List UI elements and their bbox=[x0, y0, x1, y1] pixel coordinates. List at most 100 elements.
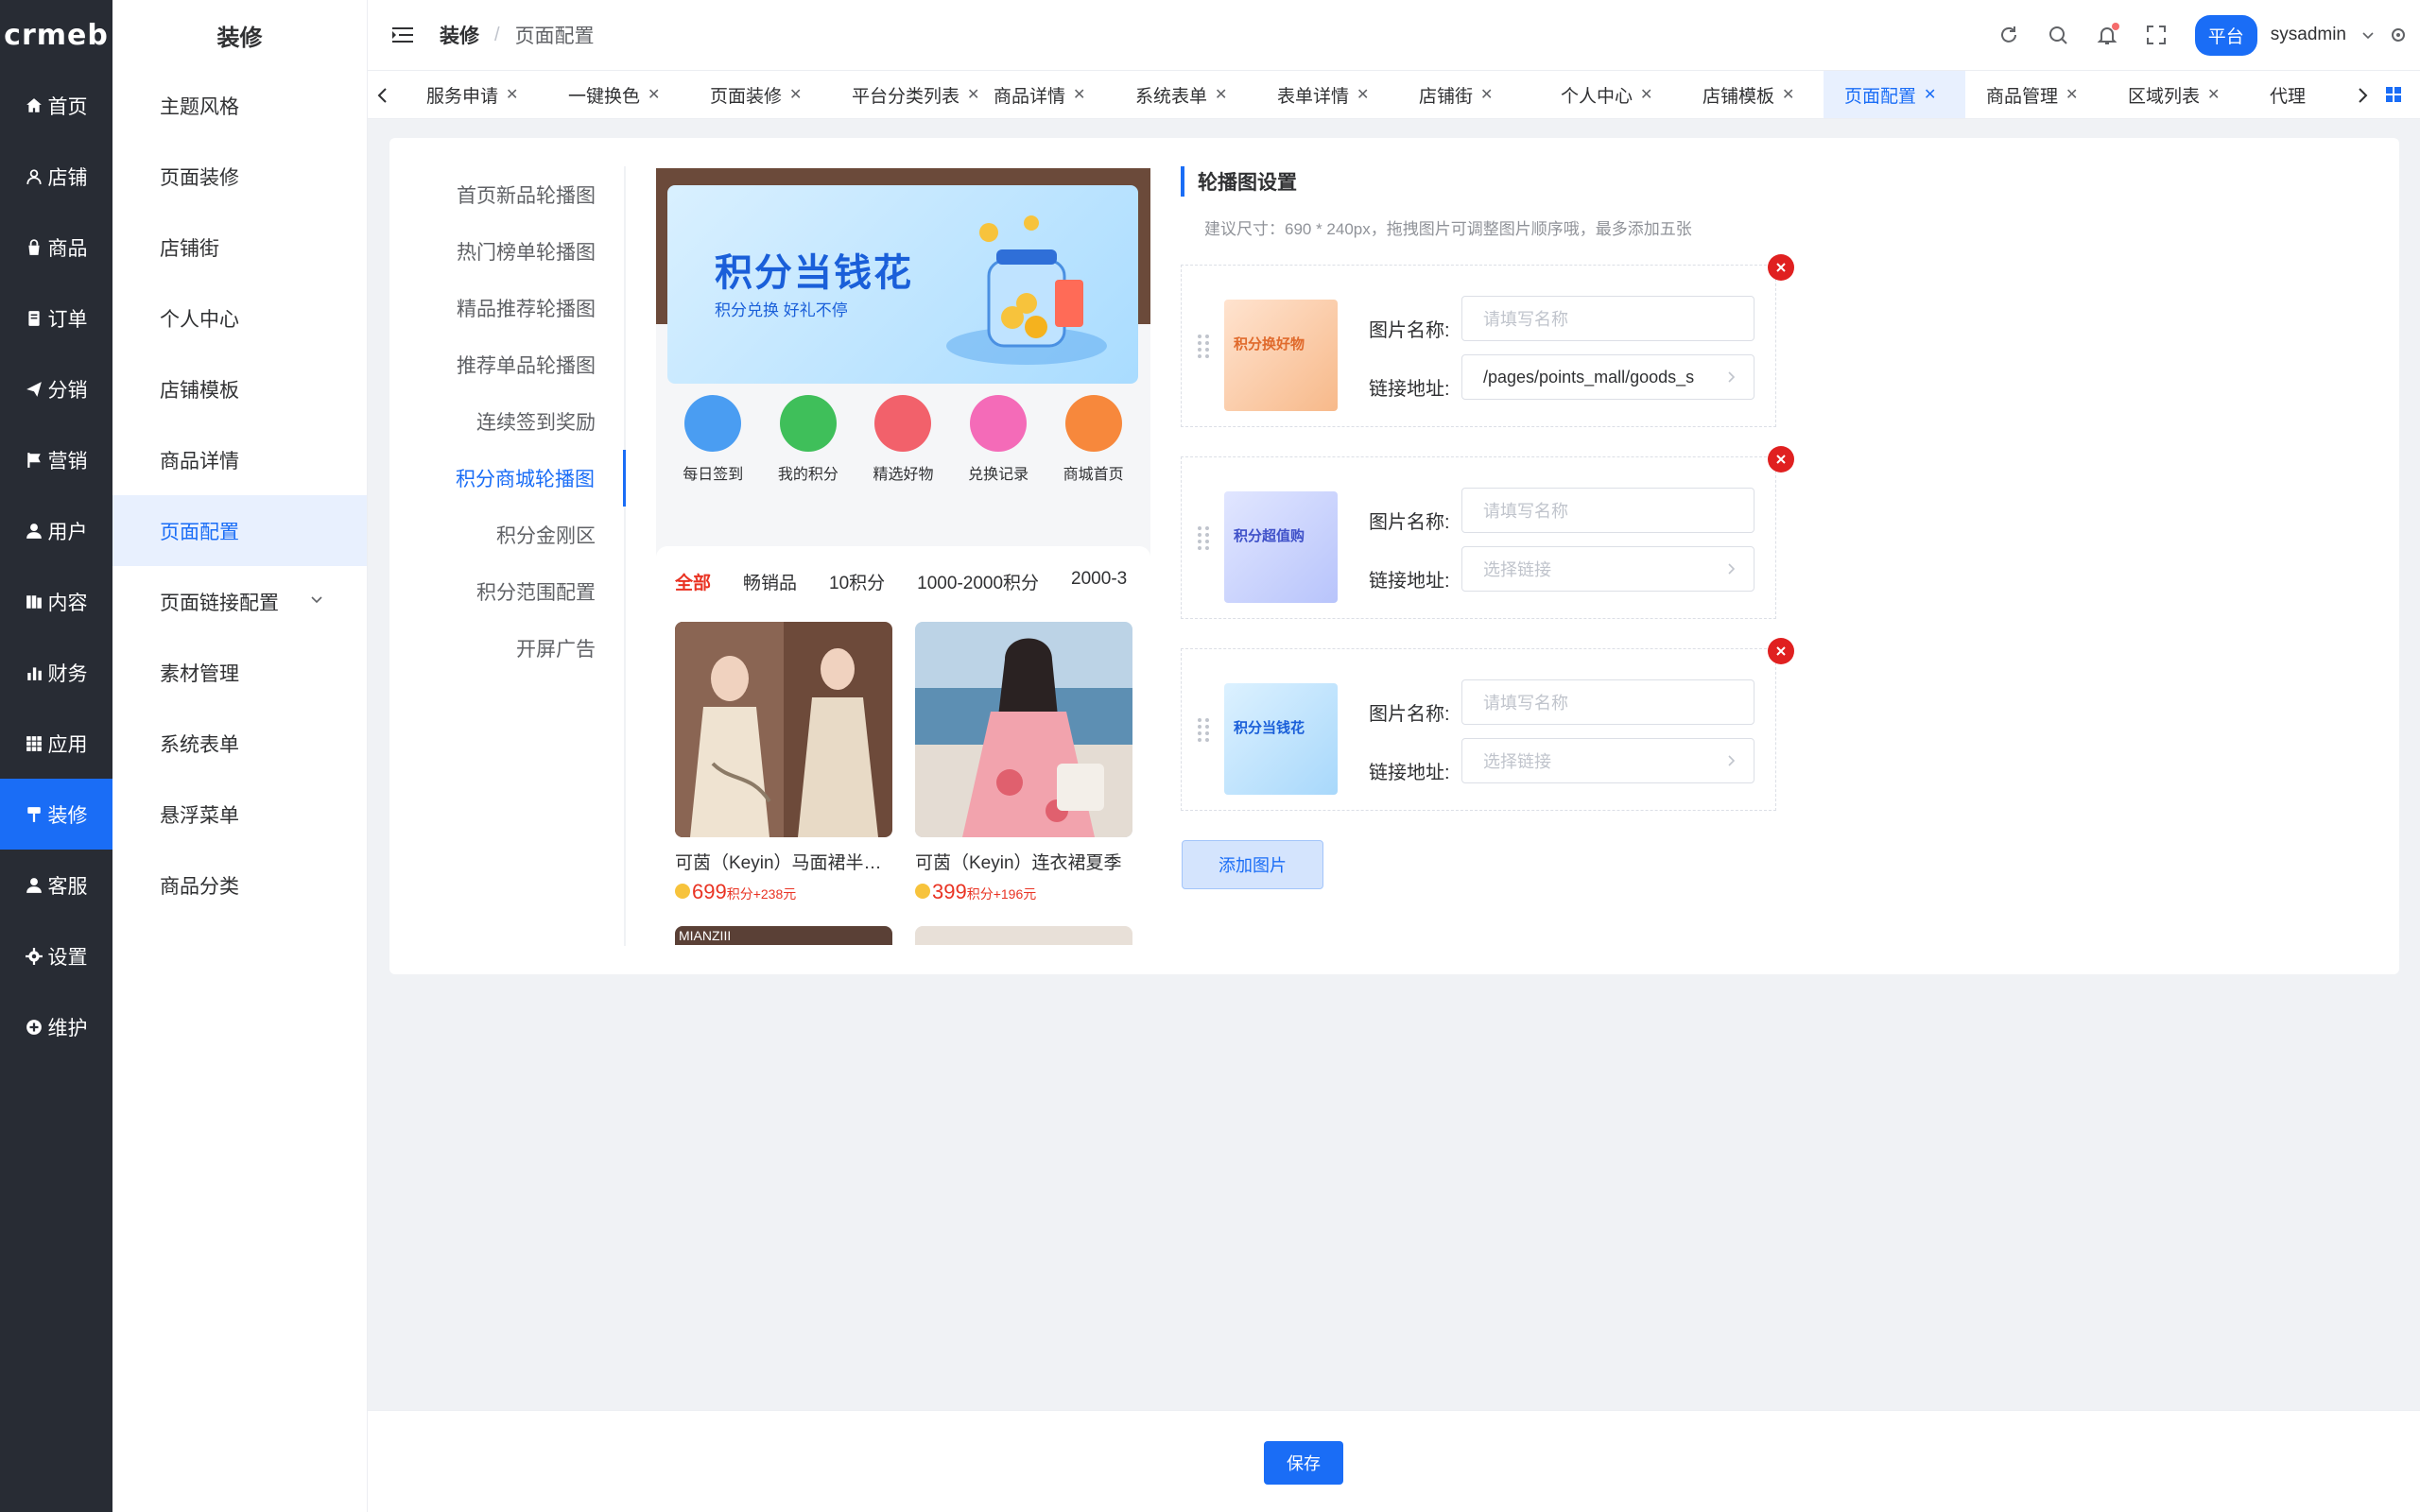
submenu-item-page-link-config[interactable]: 页面链接配置 bbox=[112, 566, 367, 637]
platform-badge[interactable]: 平台 bbox=[2194, 14, 2257, 56]
close-icon[interactable]: ✕ bbox=[789, 85, 802, 104]
slide-thumbnail[interactable]: 积分当钱花 bbox=[1224, 683, 1338, 795]
tab-page-config[interactable]: 页面配置 ✕ bbox=[1824, 71, 1965, 118]
sidebar-item-store[interactable]: 店铺 bbox=[0, 141, 112, 212]
sidebar-item-distribution[interactable]: 分销 bbox=[0, 353, 112, 424]
tab-one-click-color[interactable]: 一键换色 ✕ bbox=[547, 71, 689, 118]
submenu-item-store-street[interactable]: 店铺街 bbox=[112, 212, 367, 283]
fullscreen-button[interactable] bbox=[2146, 25, 2167, 45]
sidebar-item-marketing[interactable]: 营销 bbox=[0, 424, 112, 495]
theme-settings-button[interactable] bbox=[2388, 25, 2409, 45]
shortcut-mall-home[interactable]: 商城首页 bbox=[1056, 395, 1132, 490]
slide-item[interactable]: 积分超值购 图片名称: 请填写名称 链接地址: 选择链接 bbox=[1181, 446, 1794, 619]
drag-handle-icon[interactable] bbox=[1197, 525, 1210, 552]
username[interactable]: sysadmin bbox=[2271, 25, 2346, 45]
shortcut-selected-goods[interactable]: 精选好物 bbox=[865, 395, 941, 490]
tab-store-street[interactable]: 店铺街 ✕ bbox=[1398, 71, 1540, 118]
tab-region-list[interactable]: 区域列表 ✕ bbox=[2107, 71, 2249, 118]
tabs-menu-icon[interactable] bbox=[2385, 86, 2402, 103]
close-icon[interactable]: ✕ bbox=[1357, 85, 1369, 104]
sidebar-item-home[interactable]: 首页 bbox=[0, 70, 112, 141]
config-item-points-range[interactable]: 积分范围配置 bbox=[389, 563, 624, 620]
sidebar-item-users[interactable]: 用户 bbox=[0, 495, 112, 566]
filter-1000-2000-points[interactable]: 1000-2000积分 bbox=[917, 569, 1039, 594]
submenu-item-system-form[interactable]: 系统表单 bbox=[112, 708, 367, 779]
notification-button[interactable] bbox=[2097, 23, 2119, 45]
tab-agent[interactable]: 代理 bbox=[2249, 71, 2343, 118]
product-card[interactable]: 可茵（Keyin）连衣裙夏季 399 积分 +196元 bbox=[915, 622, 1132, 904]
close-icon[interactable]: ✕ bbox=[1782, 85, 1794, 104]
shortcut-daily-signin[interactable]: 每日签到 bbox=[675, 395, 751, 490]
menu-fold-icon[interactable] bbox=[392, 26, 413, 43]
sidebar-item-finance[interactable]: 财务 bbox=[0, 637, 112, 708]
image-name-input[interactable]: 请填写名称 bbox=[1461, 488, 1754, 533]
tabs-scroll-right-icon[interactable] bbox=[2355, 86, 2370, 105]
filter-10-points[interactable]: 10积分 bbox=[829, 569, 885, 594]
submenu-item-page-decoration[interactable]: 页面装修 bbox=[112, 141, 367, 212]
config-item-recommend-banner[interactable]: 推荐单品轮播图 bbox=[389, 336, 624, 393]
delete-slide-button[interactable] bbox=[1768, 254, 1794, 281]
sidebar-item-decoration[interactable]: 装修 bbox=[0, 779, 112, 850]
filter-bestseller[interactable]: 畅销品 bbox=[743, 569, 797, 594]
config-item-points-mall-banner[interactable]: 积分商城轮播图 bbox=[389, 450, 626, 507]
submenu-item-goods-category[interactable]: 商品分类 bbox=[112, 850, 367, 920]
config-item-home-new-banner[interactable]: 首页新品轮播图 bbox=[389, 166, 624, 223]
search-button[interactable] bbox=[2048, 25, 2068, 45]
filter-2000-plus[interactable]: 2000-3 bbox=[1071, 569, 1127, 594]
sidebar-item-service[interactable]: 客服 bbox=[0, 850, 112, 920]
delete-slide-button[interactable] bbox=[1768, 446, 1794, 472]
tab-page-decoration[interactable]: 页面装修 ✕ bbox=[689, 71, 831, 118]
drag-handle-icon[interactable] bbox=[1197, 717, 1210, 744]
breadcrumb-root[interactable]: 装修 bbox=[440, 21, 479, 49]
config-item-points-kingkong[interactable]: 积分金刚区 bbox=[389, 507, 624, 563]
tab-store-template[interactable]: 店铺模板 ✕ bbox=[1682, 71, 1824, 118]
tab-goods-management[interactable]: 商品管理 ✕ bbox=[1965, 71, 2107, 118]
sidebar-item-settings[interactable]: 设置 bbox=[0, 920, 112, 991]
close-icon[interactable]: ✕ bbox=[1924, 85, 1936, 104]
shortcut-exchange-records[interactable]: 兑换记录 bbox=[960, 395, 1036, 490]
close-icon[interactable]: ✕ bbox=[1215, 85, 1227, 104]
link-url-input[interactable]: /pages/points_mall/goods_s bbox=[1461, 354, 1754, 400]
chevron-down-icon[interactable] bbox=[2361, 28, 2375, 42]
slide-thumbnail[interactable]: 积分超值购 bbox=[1224, 491, 1338, 603]
tab-form-detail[interactable]: 表单详情 ✕ bbox=[1256, 71, 1398, 118]
slide-thumbnail[interactable]: 积分换好物 bbox=[1224, 300, 1338, 411]
close-icon[interactable]: ✕ bbox=[1480, 85, 1493, 104]
image-name-input[interactable]: 请填写名称 bbox=[1461, 679, 1754, 725]
sidebar-item-goods[interactable]: 商品 bbox=[0, 212, 112, 283]
product-card[interactable]: 可茵（Keyin）马面裙半身裙 699 积分 +238元 bbox=[675, 622, 892, 904]
close-icon[interactable]: ✕ bbox=[2207, 85, 2220, 104]
slide-item[interactable]: 积分换好物 图片名称: 请填写名称 链接地址: /pages/points_ma… bbox=[1181, 254, 1794, 427]
config-item-hot-list-banner[interactable]: 热门榜单轮播图 bbox=[389, 223, 624, 280]
close-icon[interactable]: ✕ bbox=[506, 85, 518, 104]
refresh-button[interactable] bbox=[1998, 25, 2019, 45]
close-icon[interactable]: ✕ bbox=[1073, 85, 1085, 104]
sidebar-item-apps[interactable]: 应用 bbox=[0, 708, 112, 779]
link-url-input[interactable]: 选择链接 bbox=[1461, 738, 1754, 783]
close-icon[interactable]: ✕ bbox=[2066, 85, 2078, 104]
submenu-item-page-config[interactable]: 页面配置 bbox=[112, 495, 367, 566]
config-item-featured-banner[interactable]: 精品推荐轮播图 bbox=[389, 280, 624, 336]
tabs-scroll-left-icon[interactable] bbox=[375, 86, 390, 105]
tab-platform-category-list[interactable]: 平台分类列表 ✕ bbox=[831, 71, 979, 118]
tab-system-form[interactable]: 系统表单 ✕ bbox=[1115, 71, 1256, 118]
sidebar-item-orders[interactable]: 订单 bbox=[0, 283, 112, 353]
submenu-item-float-menu[interactable]: 悬浮菜单 bbox=[112, 779, 367, 850]
link-url-input[interactable]: 选择链接 bbox=[1461, 546, 1754, 592]
shortcut-my-points[interactable]: 我的积分 bbox=[770, 395, 846, 490]
add-image-button[interactable]: 添加图片 bbox=[1182, 840, 1323, 889]
close-icon[interactable]: ✕ bbox=[648, 85, 660, 104]
tab-goods-detail[interactable]: 商品详情 ✕ bbox=[973, 71, 1115, 118]
submenu-item-theme[interactable]: 主题风格 bbox=[112, 70, 367, 141]
drag-handle-icon[interactable] bbox=[1197, 334, 1210, 360]
submenu-item-material[interactable]: 素材管理 bbox=[112, 637, 367, 708]
tab-personal-center[interactable]: 个人中心 ✕ bbox=[1540, 71, 1682, 118]
close-icon[interactable]: ✕ bbox=[1640, 85, 1652, 104]
save-button[interactable]: 保存 bbox=[1264, 1441, 1343, 1485]
sidebar-item-maintenance[interactable]: 维护 bbox=[0, 991, 112, 1062]
config-item-signin-reward[interactable]: 连续签到奖励 bbox=[389, 393, 624, 450]
submenu-item-goods-detail[interactable]: 商品详情 bbox=[112, 424, 367, 495]
submenu-item-store-template[interactable]: 店铺模板 bbox=[112, 353, 367, 424]
filter-all[interactable]: 全部 bbox=[675, 569, 711, 594]
slide-item[interactable]: 积分当钱花 图片名称: 请填写名称 链接地址: 选择链接 bbox=[1181, 638, 1794, 811]
